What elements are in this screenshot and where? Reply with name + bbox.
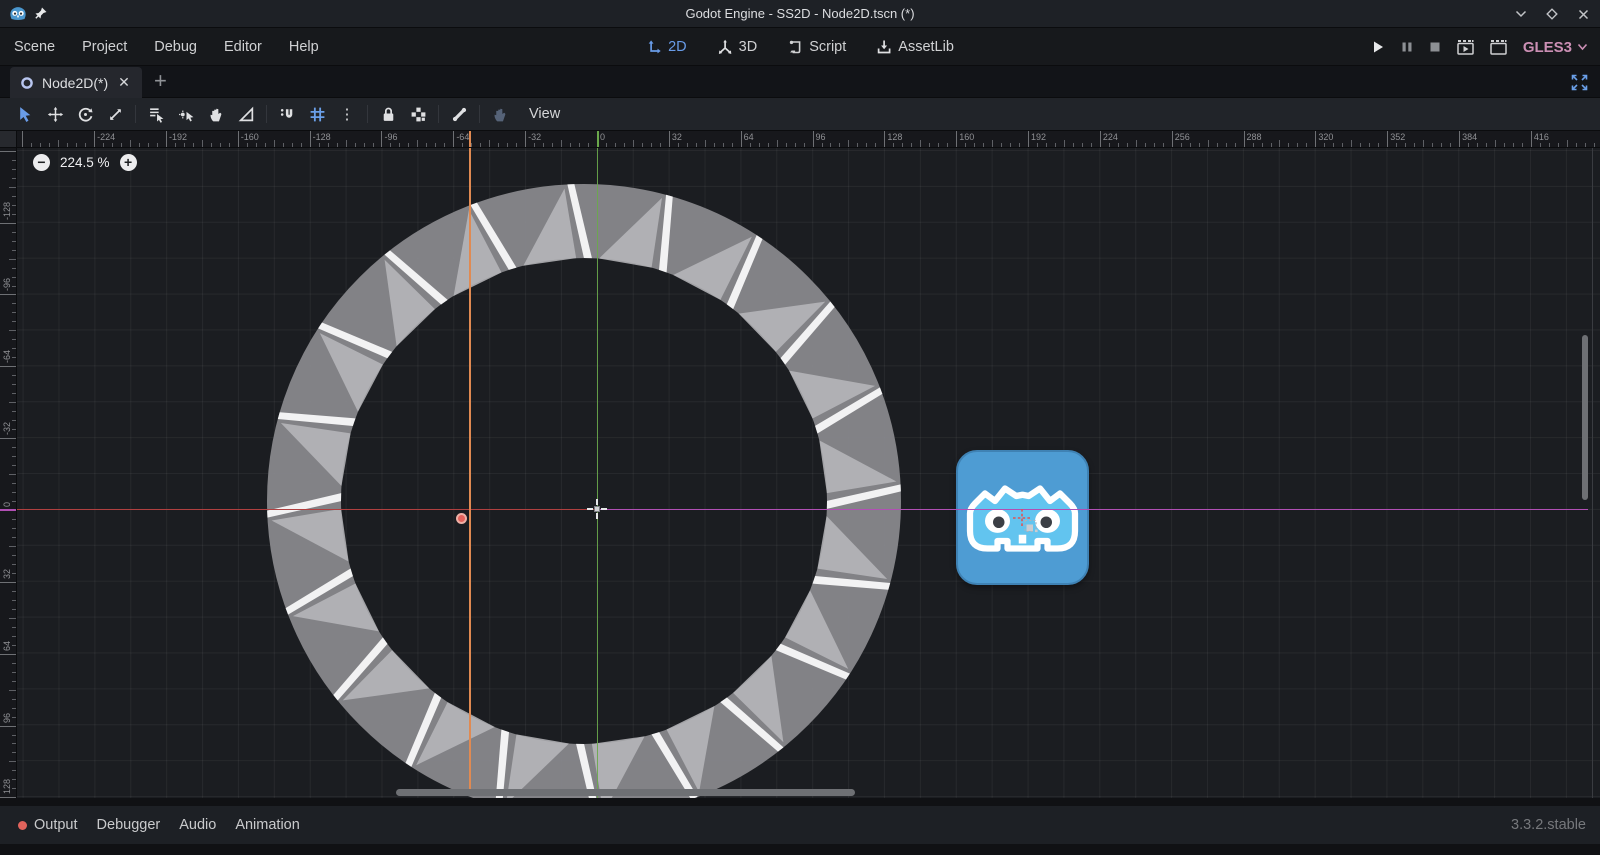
- tab-close-icon[interactable]: ✕: [116, 74, 132, 91]
- group-object-button[interactable]: [403, 101, 433, 127]
- pan-tool-button[interactable]: [201, 101, 231, 127]
- horizontal-guide[interactable]: [598, 509, 1588, 510]
- panel-tab-audio[interactable]: Audio: [179, 817, 216, 833]
- ik-chain-button[interactable]: [485, 101, 515, 127]
- ruler-corner: [0, 131, 17, 148]
- vertical-scrollbar[interactable]: [1582, 335, 1588, 500]
- zoom-controls: − 224.5 % +: [33, 154, 137, 171]
- pause-button[interactable]: [1401, 41, 1413, 53]
- expand-viewport-icon[interactable]: [1571, 74, 1588, 91]
- grid-snap-button[interactable]: [302, 101, 332, 127]
- ruler-tool-button[interactable]: [231, 101, 261, 127]
- panel-tab-animation[interactable]: Animation: [235, 817, 299, 833]
- script-scroll-icon: [787, 39, 803, 55]
- workspace-assetlib[interactable]: AssetLib: [876, 39, 954, 55]
- menu-project[interactable]: Project: [82, 39, 127, 55]
- scale-tool-button[interactable]: [100, 101, 130, 127]
- main-menus: Scene Project Debug Editor Help: [14, 28, 319, 66]
- toolbar-separator: [479, 105, 480, 123]
- version-label: 3.3.2.stable: [1511, 806, 1586, 844]
- rotate-tool-button[interactable]: [70, 101, 100, 127]
- vertical-ruler[interactable]: -128-96-64-320326496128: [0, 148, 17, 798]
- menu-editor[interactable]: Editor: [224, 39, 262, 55]
- horizontal-ruler[interactable]: -224-192-160-128-96-64-32032649612816019…: [17, 131, 1600, 148]
- node-position-gizmo: [585, 497, 609, 521]
- canvas-toolbar: ⋮ View: [0, 98, 1600, 131]
- godot-editor-window: Godot Engine - SS2D - Node2D.tscn (*) Sc…: [0, 0, 1600, 855]
- workspace-switcher: 2D 3D: [646, 28, 954, 66]
- pivot-tool-button[interactable]: [171, 101, 201, 127]
- horizontal-scrollbar[interactable]: [396, 789, 855, 796]
- chevron-down-icon: [1577, 43, 1588, 51]
- window-controls: [1514, 0, 1590, 28]
- stop-button[interactable]: [1429, 41, 1441, 53]
- workspace-script[interactable]: Script: [787, 39, 846, 55]
- play-scene-button[interactable]: [1457, 40, 1474, 55]
- bottom-panel: Output Debugger Audio Animation 3.3.2.st…: [0, 798, 1600, 855]
- zoom-in-button[interactable]: +: [120, 154, 137, 171]
- panel-tab-debugger[interactable]: Debugger: [97, 817, 161, 833]
- play-button[interactable]: [1371, 40, 1385, 54]
- toolbar-separator: [266, 105, 267, 123]
- 2d-axes-icon: [646, 39, 662, 55]
- view-menu[interactable]: View: [529, 106, 560, 122]
- node2d-icon: [20, 76, 34, 90]
- list-select-tool-button[interactable]: [141, 101, 171, 127]
- renderer-select[interactable]: GLES3: [1523, 39, 1588, 56]
- panel-tab-output[interactable]: Output: [18, 817, 78, 833]
- move-tool-button[interactable]: [40, 101, 70, 127]
- select-tool-button[interactable]: [10, 101, 40, 127]
- menu-help[interactable]: Help: [289, 39, 319, 55]
- add-scene-tab-button[interactable]: +: [148, 66, 173, 98]
- 2d-canvas[interactable]: − 224.5 % +: [17, 148, 1600, 798]
- workspace-2d[interactable]: 2D: [646, 39, 687, 55]
- snap-options-button[interactable]: ⋮: [332, 101, 362, 127]
- sprite-anchor-gizmo: [1012, 506, 1042, 536]
- workspace-3d[interactable]: 3D: [717, 39, 758, 55]
- window-title: Godot Engine - SS2D - Node2D.tscn (*): [0, 0, 1600, 28]
- smart-snap-button[interactable]: [272, 101, 302, 127]
- scene-tab-node2d[interactable]: Node2D(*) ✕: [10, 67, 142, 98]
- vertical-guide[interactable]: [469, 148, 471, 789]
- toolbar-separator: [135, 105, 136, 123]
- viewport-area: -224-192-160-128-96-64-32032649612816019…: [0, 131, 1600, 798]
- assetlib-download-icon: [876, 39, 892, 55]
- toolbar-separator: [367, 105, 368, 123]
- lock-object-button[interactable]: [373, 101, 403, 127]
- playback-controls: GLES3: [1371, 28, 1588, 66]
- minimize-icon[interactable]: [1514, 7, 1528, 21]
- output-error-dot: [18, 821, 27, 830]
- scene-tab-bar: Node2D(*) ✕ +: [0, 66, 1600, 98]
- 3d-axes-icon: [717, 39, 733, 55]
- toolbar-separator: [438, 105, 439, 123]
- origin-axis-vertical: [597, 148, 598, 798]
- canvas-right-edge: [1592, 148, 1593, 798]
- menu-debug[interactable]: Debug: [154, 39, 197, 55]
- maximize-icon[interactable]: [1545, 7, 1559, 21]
- close-icon[interactable]: [1576, 7, 1590, 21]
- zoom-level-label[interactable]: 224.5 %: [60, 155, 110, 170]
- menu-scene[interactable]: Scene: [14, 39, 55, 55]
- skeleton-options-button[interactable]: [444, 101, 474, 127]
- titlebar: Godot Engine - SS2D - Node2D.tscn (*): [0, 0, 1600, 28]
- zoom-out-button[interactable]: −: [33, 154, 50, 171]
- shape-point-handle[interactable]: [456, 513, 467, 524]
- origin-axis-horizontal: [17, 509, 597, 510]
- bottom-panel-tabs: Output Debugger Audio Animation: [0, 806, 1600, 844]
- play-custom-scene-button[interactable]: [1490, 40, 1507, 55]
- ss2d-ring-shape: [264, 181, 904, 798]
- menubar: Scene Project Debug Editor Help 2D: [0, 28, 1600, 66]
